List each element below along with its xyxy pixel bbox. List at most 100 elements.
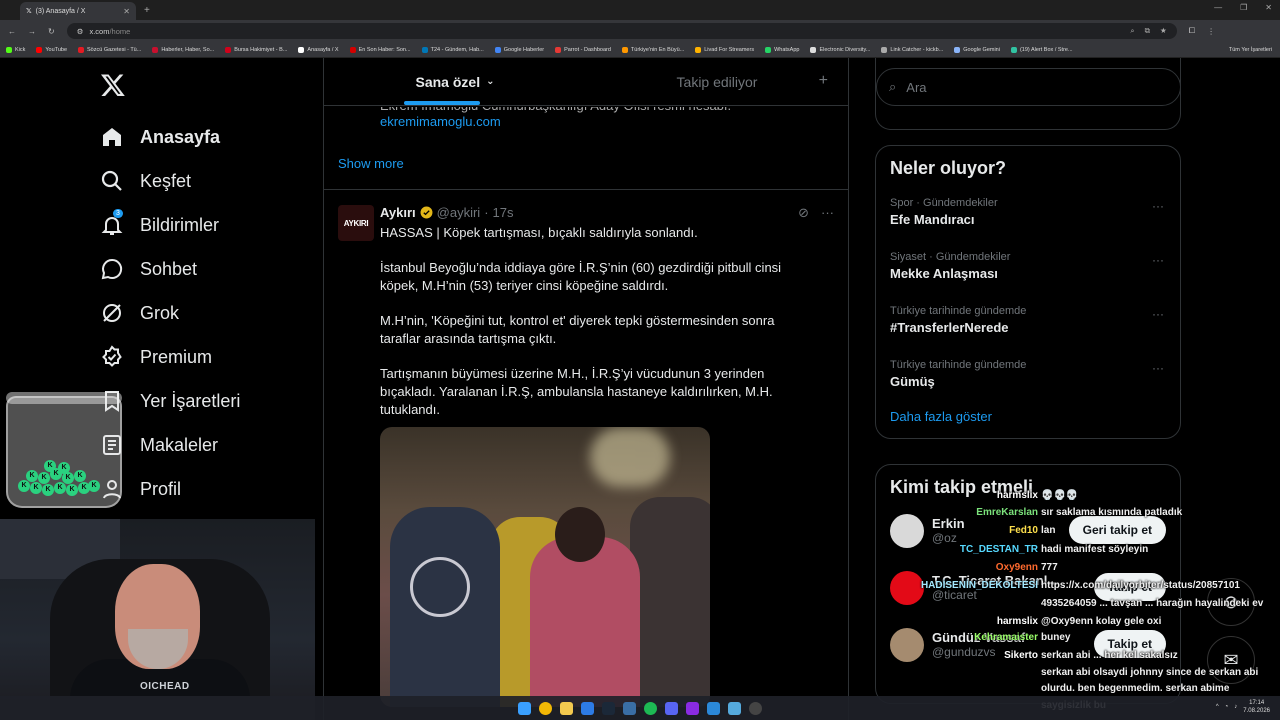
add-feed-icon[interactable]: + [819,72,828,90]
video-figure [390,507,500,707]
trend-category: Spor · Gündemdekiler [890,197,998,209]
grok-explain-icon[interactable]: ⊘ [798,205,809,221]
windows-start-icon[interactable] [518,701,531,715]
bookmark-item[interactable]: Livad For Streamers [695,46,754,53]
jar-token: K [26,470,38,482]
forward-icon[interactable]: → [28,27,36,36]
steam-icon[interactable] [602,701,615,715]
bookmark-favicon-icon [6,46,12,53]
bookmark-item[interactable]: YouTube [36,46,67,53]
nav-item-premium[interactable]: Premium [100,335,240,379]
tab-following[interactable]: Takip ediliyor [586,58,848,105]
post-author-handle[interactable]: @aykiri [437,205,481,220]
volume-icon[interactable]: ♪ [1234,704,1237,710]
bookmark-item[interactable]: Türkiye'nin En Büyü... [621,46,684,53]
more-options-icon[interactable]: ··· [1152,253,1164,267]
bookmark-item[interactable]: (19) Alert Box / Stre... [1010,46,1073,53]
nav-item-grok[interactable]: Grok [100,291,240,335]
follow-name[interactable]: Erkin [932,516,965,531]
trends-show-more[interactable]: Daha fazla göster [876,401,1180,438]
close-tab-icon[interactable]: ✕ [123,7,130,16]
tab-for-you[interactable]: Sana özel ⌄ [324,58,586,105]
folder-icon[interactable] [560,701,573,715]
avatar[interactable] [890,513,924,548]
trend-item[interactable]: Siyaset · Gündemdekiler Mekke Anlaşması ··… [876,239,1180,293]
jar-token: K [74,470,86,482]
bookmark-item[interactable]: Anasayfa / X [298,46,339,53]
bookmark-item[interactable]: En Son Haber: Son... [349,46,411,53]
wifi-icon[interactable]: ◔ [1225,704,1229,710]
bookmark-item[interactable]: Electronic Diversity... [810,46,870,53]
app-icon[interactable] [581,701,594,715]
reload-icon[interactable]: ↻ [48,27,55,36]
clock[interactable]: 17:14 7.08.2026 [1243,699,1270,715]
bookmark-item[interactable]: Google Gemini [954,46,1000,53]
bookmark-item[interactable]: Sözcü Gazetesi - Tü... [78,46,141,53]
trend-item[interactable]: Türkiye tarihinde gündemde Gümüş ··· [876,347,1180,401]
trend-item[interactable]: Türkiye tarihinde gündemde #TransferlerNe… [876,293,1180,347]
bookmark-item[interactable]: WhatsApp [765,46,799,53]
nav-item-label: Anasayfa [140,126,221,147]
url-path: /home [109,26,131,36]
profile-menu-icon[interactable]: ⋮ [1207,27,1215,36]
url-input[interactable]: ⚙ x.com/home ⌕ ⧉ ★ [66,23,1177,39]
trend-title: #TransferlerNerede [890,320,1009,335]
install-icon[interactable]: ⧉ [1145,26,1150,36]
more-options-icon[interactable]: ··· [821,205,834,221]
tray-chevron-icon[interactable]: ^ [1216,704,1219,710]
star-icon[interactable]: ★ [1160,26,1167,36]
post-avatar[interactable]: AYKIRI [338,205,374,241]
maximize-icon[interactable]: ❐ [1240,3,1247,12]
bookmark-label: Google Haberler [503,46,545,53]
zoom-icon[interactable]: ⌕ [1130,26,1134,36]
bookmark-item[interactable]: Link Catcher - kickb... [881,46,943,53]
bookmark-item[interactable]: T24 - Gündem, Hab... [421,46,484,53]
bookmark-item[interactable]: Kick [6,46,25,53]
bookmark-favicon-icon [36,46,43,53]
more-options-icon[interactable]: ··· [1152,199,1164,213]
more-options-icon[interactable]: ··· [1152,361,1164,375]
obs-icon[interactable] [749,701,762,715]
nav-item-label: Profil [140,478,182,499]
discord-icon[interactable] [665,701,678,715]
x-logo-icon[interactable] [100,72,126,98]
new-tab-icon[interactable]: + [144,5,150,16]
browser-tab[interactable]: 𝕏 (3) Anasayfa / X ✕ [20,2,136,20]
bookmark-item[interactable]: Bursa Hakimiyet - B... [225,46,287,53]
all-bookmarks[interactable]: Tüm Yer İşaretleri [1229,47,1280,53]
bookmark-item[interactable]: Haberler, Haber, So... [152,46,214,53]
app-icon[interactable] [623,701,636,715]
search-input[interactable]: ⌕ Ara [876,68,1181,106]
bookmark-item[interactable]: Google Haberler [494,46,545,53]
app-icon[interactable] [686,701,699,715]
chrome-icon[interactable] [539,701,552,715]
bookmark-item[interactable]: Parrot - Dashboard [555,46,611,53]
show-more-link[interactable]: Show more [338,156,404,171]
bookmark-favicon-icon [152,46,159,53]
previous-post-link[interactable]: ekremimamoglu.com [380,114,501,129]
site-info-icon[interactable]: ⚙ [77,27,84,36]
spotify-icon[interactable] [644,701,657,715]
chat-username: Oxy9enn [995,562,1038,573]
nav-item-bell[interactable]: 3 Bildirimler [100,203,240,247]
close-window-icon[interactable]: ✕ [1265,3,1272,12]
avatar[interactable] [890,570,924,605]
avatar[interactable] [890,627,924,662]
app-icon[interactable] [728,701,741,715]
nav-item-search[interactable]: Keşfet [100,159,240,203]
extensions-icon[interactable]: ⧠ [1189,26,1195,36]
trends-title: Neler oluyor? [890,158,1007,178]
post-author-name[interactable]: Aykırı [380,205,416,220]
follow-button[interactable]: Geri takip et [1068,516,1166,544]
post-time[interactable]: 17s [493,205,514,220]
post-body: HASSAS | Köpek tartışması, bıçaklı saldı… [380,224,810,436]
back-icon[interactable]: ← [8,27,16,36]
nav-item-home[interactable]: Anasayfa [100,115,240,159]
nav-item-chat[interactable]: Sohbet [100,247,240,291]
trend-item[interactable]: Spor · Gündemdekiler Efe Mandıracı ··· [876,185,1180,239]
nav-item-label: Grok [140,302,180,323]
more-options-icon[interactable]: ··· [1152,307,1164,321]
app-icon[interactable] [707,701,720,715]
minimize-icon[interactable]: — [1214,3,1222,12]
post-video[interactable] [380,427,710,707]
